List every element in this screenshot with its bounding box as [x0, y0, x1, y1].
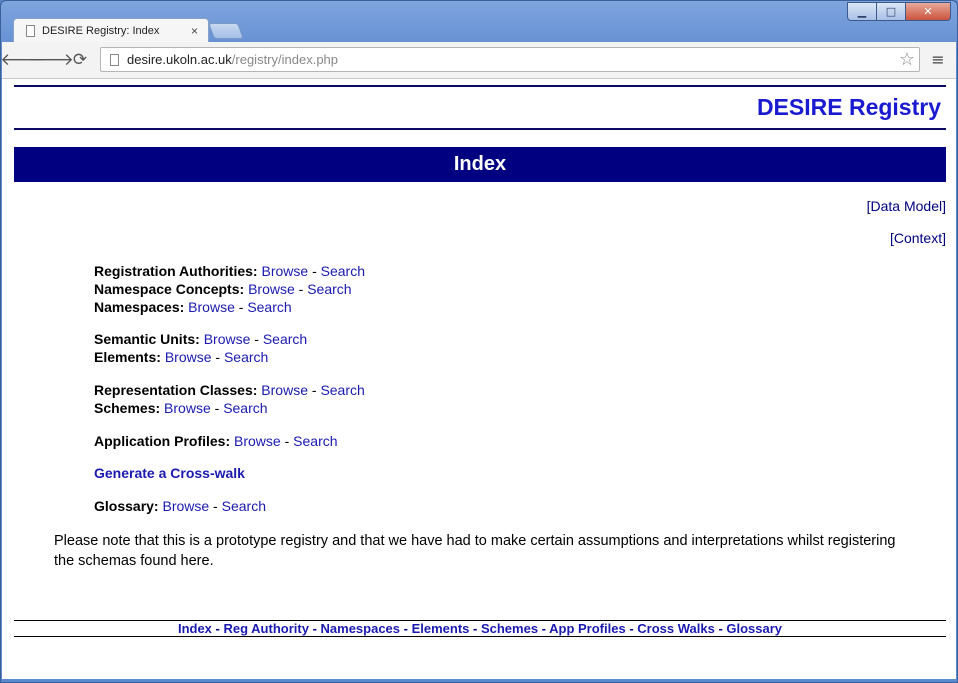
row-label: Semantic Units:	[94, 331, 200, 347]
row-label: Application Profiles:	[94, 433, 231, 449]
separator: -	[307, 382, 321, 398]
new-tab-button[interactable]	[208, 23, 244, 39]
index-group-5: Generate a Cross-walk	[94, 464, 245, 482]
browse-link[interactable]: Browse	[234, 433, 281, 449]
search-link[interactable]: Search	[307, 281, 351, 297]
row-label: Namespace Concepts:	[94, 281, 245, 297]
browse-link[interactable]: Browse	[165, 349, 212, 365]
index-row-namespaces: Namespaces: Browse - Search	[94, 298, 365, 316]
url-host: desire.ukoln.ac.uk	[127, 52, 232, 67]
browse-link[interactable]: Browse	[262, 263, 309, 279]
divider	[14, 85, 946, 87]
index-row-glossary: Glossary: Browse - Search	[94, 497, 266, 515]
row-label: Schemes:	[94, 400, 161, 416]
footer-link-reg-authority[interactable]: Reg Authority	[223, 621, 308, 636]
separator: -	[294, 281, 308, 297]
browser-toolbar: 🡐 🡒 ⟳ desire.ukoln.ac.uk/registry/index.…	[0, 42, 956, 79]
browse-link[interactable]: Browse	[162, 498, 209, 514]
page-icon	[26, 25, 35, 37]
index-row-rep-classes: Representation Classes: Browse - Search	[94, 381, 365, 399]
browse-link[interactable]: Browse	[248, 281, 295, 297]
footer-nav: Index - Reg Authority - Namespaces - Ele…	[14, 620, 946, 637]
browser-tab[interactable]: DESIRE Registry: Index ×	[13, 18, 209, 43]
maximize-button[interactable]: □	[876, 2, 906, 21]
row-label: Elements:	[94, 349, 161, 365]
separator: -	[625, 621, 638, 636]
title-bar: DESIRE Registry: Index × ▁ □ ✕	[1, 1, 957, 43]
separator: -	[211, 621, 224, 636]
search-link[interactable]: Search	[224, 349, 268, 365]
index-row-elements: Elements: Browse - Search	[94, 348, 307, 366]
context-link[interactable]: [Context]	[890, 230, 946, 246]
minimize-button[interactable]: ▁	[847, 2, 877, 21]
browser-window: DESIRE Registry: Index × ▁ □ ✕ 🡐 🡒 ⟳ des…	[0, 0, 958, 683]
search-link[interactable]: Search	[263, 331, 307, 347]
address-bar[interactable]: desire.ukoln.ac.uk/registry/index.php ☆	[100, 47, 920, 72]
menu-icon[interactable]: ≡	[928, 50, 948, 70]
tab-close-icon[interactable]: ×	[191, 24, 198, 38]
row-label: Registration Authorities:	[94, 263, 258, 279]
index-group-3: Representation Classes: Browse - Search …	[94, 381, 365, 417]
separator: -	[211, 349, 224, 365]
separator: -	[308, 621, 321, 636]
separator: -	[209, 498, 222, 514]
forward-arrow-icon[interactable]: 🡒	[28, 48, 74, 72]
index-group-4: Application Profiles: Browse - Search	[94, 432, 338, 450]
browse-link[interactable]: Browse	[261, 382, 308, 398]
row-label: Representation Classes:	[94, 382, 258, 398]
search-link[interactable]: Search	[320, 382, 364, 398]
site-brand: DESIRE Registry	[756, 94, 941, 120]
page-content: DESIRE Registry Index [Data Model] [Cont…	[2, 79, 956, 679]
index-group-6: Glossary: Browse - Search	[94, 497, 266, 515]
browse-link[interactable]: Browse	[164, 400, 211, 416]
separator: -	[210, 400, 224, 416]
data-model-link-wrap: [Data Model]	[867, 198, 946, 214]
divider	[14, 128, 946, 130]
page-banner: Index	[14, 147, 946, 182]
page-icon	[110, 53, 119, 66]
separator: -	[469, 621, 481, 636]
index-row-schemes: Schemes: Browse - Search	[94, 399, 365, 417]
reload-icon[interactable]: ⟳	[68, 48, 92, 72]
search-link[interactable]: Search	[321, 263, 365, 279]
bookmark-star-icon[interactable]: ☆	[899, 49, 915, 70]
tab-title: DESIRE Registry: Index	[42, 25, 160, 37]
index-row-semantic-units: Semantic Units: Browse - Search	[94, 330, 307, 348]
row-label: Namespaces:	[94, 299, 185, 315]
index-row-app-profiles: Application Profiles: Browse - Search	[94, 432, 338, 450]
search-link[interactable]: Search	[222, 498, 266, 514]
prototype-note: Please note that this is a prototype reg…	[54, 533, 896, 569]
separator: -	[308, 263, 321, 279]
separator: -	[538, 621, 550, 636]
footer-link-index[interactable]: Index	[178, 621, 212, 636]
url-path: /registry/index.php	[231, 52, 339, 67]
context-link-wrap: [Context]	[890, 230, 946, 246]
footer-link-glossary[interactable]: Glossary	[726, 621, 782, 636]
generate-crosswalk-link[interactable]: Generate a Cross-walk	[94, 465, 245, 481]
footer-link-cross-walks[interactable]: Cross Walks	[637, 621, 715, 636]
index-group-1: Registration Authorities: Browse - Searc…	[94, 262, 365, 316]
search-link[interactable]: Search	[247, 299, 291, 315]
separator: -	[400, 621, 412, 636]
separator: -	[250, 331, 263, 347]
index-row-reg-auth: Registration Authorities: Browse - Searc…	[94, 262, 365, 280]
separator: -	[234, 299, 248, 315]
footer-link-namespaces[interactable]: Namespaces	[321, 621, 401, 636]
footer-link-app-profiles[interactable]: App Profiles	[549, 621, 626, 636]
footer-link-schemes[interactable]: Schemes	[481, 621, 538, 636]
search-link[interactable]: Search	[223, 400, 267, 416]
close-window-button[interactable]: ✕	[905, 2, 951, 21]
search-link[interactable]: Search	[293, 433, 337, 449]
browse-link[interactable]: Browse	[188, 299, 235, 315]
index-group-2: Semantic Units: Browse - Search Elements…	[94, 330, 307, 366]
separator: -	[280, 433, 294, 449]
footer-link-elements[interactable]: Elements	[412, 621, 470, 636]
data-model-link[interactable]: [Data Model]	[867, 198, 946, 214]
separator: -	[714, 621, 727, 636]
browse-link[interactable]: Browse	[204, 331, 251, 347]
row-label: Glossary:	[94, 498, 159, 514]
index-row-ns-concepts: Namespace Concepts: Browse - Search	[94, 280, 365, 298]
